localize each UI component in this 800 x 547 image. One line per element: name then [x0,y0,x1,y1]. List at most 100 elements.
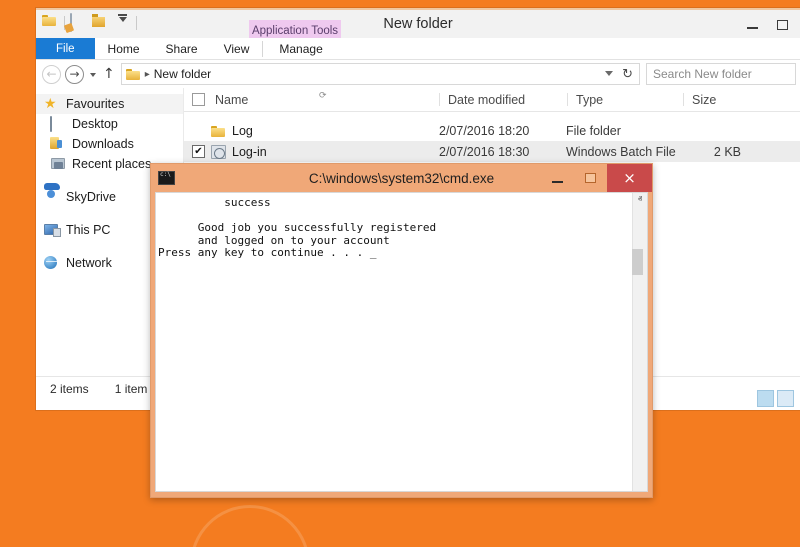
qat-divider-2 [136,16,137,30]
sidebar-item-label: SkyDrive [66,190,116,204]
sidebar-item-label: Favourites [66,97,124,111]
sidebar-item-desktop[interactable]: Desktop [36,114,183,134]
sidebar-item-label: Recent places [72,157,151,171]
scroll-up-icon[interactable]: ⱏ [638,195,642,205]
ribbon-tab-bar: File Home Share View Manage [36,38,800,60]
cmd-console-area[interactable]: success Good job you successfully regist… [155,192,648,492]
folder-icon [211,125,226,137]
cmd-titlebar: C:\windows\system32\cmd.exe × [151,164,652,192]
tab-home[interactable]: Home [95,38,153,60]
tab-view[interactable]: View [211,38,263,60]
network-icon [44,256,60,271]
column-header-label: Size [684,93,716,107]
cell-type: Windows Batch File [566,145,681,159]
scrollbar-track[interactable] [633,205,647,479]
scrollbar-thumb[interactable] [632,249,643,275]
back-button[interactable]: ← [42,65,61,84]
explorer-titlebar: New folder [36,8,800,38]
desktop-watermark [190,505,310,547]
tab-share[interactable]: Share [153,38,211,60]
file-name: Log-in [232,145,267,159]
sidebar-item-label: Network [66,256,112,270]
tab-file[interactable]: File [36,38,95,60]
history-dropdown-icon[interactable] [90,73,96,77]
details-view-button[interactable] [757,390,774,407]
forward-arrow-icon: → [69,68,79,80]
console-icon [158,171,175,185]
sidebar-item-label: Desktop [72,117,118,131]
properties-icon [70,13,72,32]
maximize-icon [585,173,596,183]
quick-access-toolbar [42,14,137,31]
cell-date-modified: 2/07/2016 18:30 [439,145,566,159]
column-header-label: Name [215,93,248,107]
explorer-window-title: New folder [36,16,800,32]
chevron-down-icon [119,17,127,22]
maximize-icon [777,20,788,30]
cell-name: ✔ Log-in [184,145,439,159]
chevron-down-icon[interactable] [605,71,613,76]
customize-bar [118,14,127,16]
refresh-icon[interactable]: ↻ [622,67,633,83]
cell-name: Log [184,124,439,138]
row-checkbox[interactable] [192,124,205,137]
row-checkbox[interactable]: ✔ [192,145,205,158]
cmd-maximize-button[interactable] [574,164,607,192]
sidebar-item-favourites[interactable]: ★ Favourites [36,94,183,114]
column-header-name[interactable]: Name [184,88,439,111]
collapse-ribbon-icon[interactable]: ⟳ [319,90,327,101]
explorer-window-controls [738,10,796,40]
cloud-icon [44,190,60,205]
minimize-icon [552,181,563,183]
cell-date-modified: 2/07/2016 18:20 [439,124,566,138]
cmd-console-text: success Good job you successfully regist… [156,193,632,491]
up-arrow-icon[interactable]: ↑ [103,67,115,81]
column-header-label: Date modified [440,93,525,107]
minimize-icon [747,27,758,29]
breadcrumb[interactable]: ▸ New folder ↻ [121,63,640,85]
sidebar-item-label: This PC [66,223,110,237]
qat-new-folder-icon[interactable] [92,14,109,31]
large-icons-view-button[interactable] [777,390,794,407]
tab-manage[interactable]: Manage [263,38,338,60]
column-headers: Name Date modified Type Size ⟳ [184,88,800,112]
batch-file-icon [211,145,226,159]
column-header-label: Type [568,93,603,107]
forward-button[interactable]: → [65,65,84,84]
cmd-minimize-button[interactable] [541,164,574,192]
search-input[interactable]: Search New folder [646,63,796,85]
view-mode-buttons [757,390,794,407]
column-header-type[interactable]: Type [568,88,683,111]
status-item-count: 2 items [50,382,89,396]
select-all-checkbox[interactable] [192,93,205,106]
table-row[interactable]: Log 2/07/2016 18:20 File folder [184,120,800,141]
recent-places-icon [50,157,66,172]
breadcrumb-separator: ▸ [145,69,150,80]
maximize-button[interactable] [768,14,796,36]
sidebar-item-label: Downloads [72,137,134,151]
search-placeholder: Search New folder [653,67,752,81]
cmd-scrollbar[interactable]: ⱏ ⱟ [632,193,647,491]
cmd-window-controls: × [541,164,652,192]
column-header-date-modified[interactable]: Date modified [440,88,567,111]
column-header-size[interactable]: Size [684,88,744,111]
minimize-button[interactable] [738,14,766,36]
computer-icon [44,223,60,238]
qat-properties-icon[interactable] [70,14,87,31]
list-top-spacer [184,112,800,120]
folder-icon [126,68,141,80]
cmd-window: C:\windows\system32\cmd.exe × success Go… [150,163,653,498]
desktop-icon [50,117,66,132]
back-arrow-icon: ← [46,68,56,80]
star-icon: ★ [44,97,60,112]
cmd-close-button[interactable]: × [607,164,652,192]
qat-folder-icon[interactable] [42,14,59,31]
cell-size: 2 KB [681,145,741,159]
sidebar-item-downloads[interactable]: Downloads [36,134,183,154]
breadcrumb-path: New folder [154,67,211,81]
downloads-icon [50,137,66,152]
qat-customize-button[interactable] [114,14,131,31]
file-name: Log [232,124,253,138]
table-row[interactable]: ✔ Log-in 2/07/2016 18:30 Windows Batch F… [184,141,800,162]
cell-type: File folder [566,124,681,138]
